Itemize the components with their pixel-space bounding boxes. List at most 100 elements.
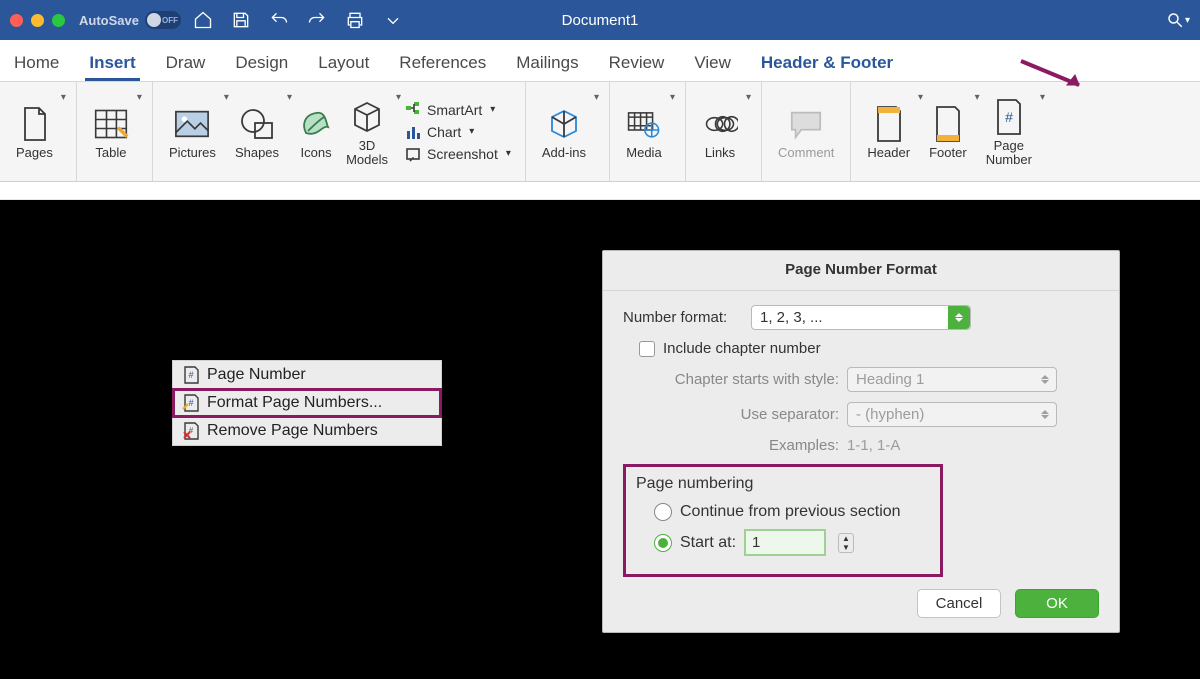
chart-icon [405,123,423,141]
page-number-button[interactable]: # Page Number [980,95,1038,168]
page-number-icon: # [181,365,201,385]
chart-button[interactable]: Chart▾ [405,123,511,141]
screenshot-button[interactable]: Screenshot▾ [405,145,511,163]
dialog-title: Page Number Format [603,251,1119,291]
shapes-icon [239,104,275,144]
chevron-down-icon[interactable]: ▾ [670,92,675,103]
tab-references[interactable]: References [395,45,490,81]
search-icon[interactable]: ▾ [1166,11,1190,29]
media-icon [626,104,662,144]
separator-label: Use separator: [623,406,839,423]
page-number-context-menu: # Page Number # Format Page Numbers... #… [172,360,442,446]
pictures-button[interactable]: Pictures [163,102,222,162]
stepper-icon [948,306,970,329]
menu-item-format-page-numbers[interactable]: # Format Page Numbers... [173,389,441,417]
comment-button: Comment [772,102,840,162]
tab-view[interactable]: View [690,45,735,81]
undo-icon[interactable] [267,8,291,32]
pages-button[interactable]: Pages [10,102,59,162]
page-number-format-dialog: Page Number Format Number format: 1, 2, … [602,250,1120,633]
tab-mailings[interactable]: Mailings [512,45,582,81]
radio-continue[interactable] [654,503,672,521]
autosave-knob [147,13,161,27]
ribbon-tabs: Home Insert Draw Design Layout Reference… [0,40,1200,82]
menu-item-remove-page-numbers[interactable]: # Remove Page Numbers [173,417,441,445]
tab-home[interactable]: Home [10,45,63,81]
tab-draw[interactable]: Draw [162,45,210,81]
radio-continue-label: Continue from previous section [680,503,901,521]
start-at-input[interactable]: 1 [744,529,826,556]
stepper-icon [1034,403,1056,426]
remove-page-numbers-icon: # [181,421,201,441]
icons-button[interactable]: Icons [292,102,340,162]
chevron-down-icon[interactable]: ▾ [61,92,66,103]
chapter-style-label: Chapter starts with style: [623,371,839,388]
menu-item-page-number[interactable]: # Page Number [173,361,441,389]
autosave-toggle[interactable]: AutoSave OFF [79,11,181,29]
print-icon[interactable] [343,8,367,32]
quick-access-toolbar [191,8,405,32]
page-numbering-section: Page numbering Continue from previous se… [623,464,943,577]
media-button[interactable]: Media [620,102,668,162]
tab-header-footer[interactable]: Header & Footer [757,45,897,81]
home-icon[interactable] [191,8,215,32]
qat-customize-icon[interactable] [381,8,405,32]
tab-layout[interactable]: Layout [314,45,373,81]
page-numbering-title: Page numbering [636,475,930,493]
table-button[interactable]: Table [87,102,135,162]
smartart-icon [405,101,423,119]
include-chapter-checkbox[interactable] [639,341,655,357]
links-button[interactable]: Links [696,102,744,162]
radio-start-at[interactable] [654,534,672,552]
footer-button[interactable]: Footer [923,102,973,162]
minimize-window-button[interactable] [31,14,44,27]
chapter-style-combo: Heading 1 [847,367,1057,392]
icons-icon [298,104,334,144]
examples-value: 1-1, 1-A [847,437,900,454]
tab-review[interactable]: Review [605,45,669,81]
cube-icon [349,97,385,137]
comment-icon [788,104,824,144]
tab-design[interactable]: Design [231,45,292,81]
smartart-button[interactable]: SmartArt▾ [405,101,511,119]
ok-button[interactable]: OK [1015,589,1099,618]
page-number-icon: # [991,97,1027,137]
examples-label: Examples: [623,437,839,454]
redo-icon[interactable] [305,8,329,32]
save-icon[interactable] [229,8,253,32]
chevron-down-icon[interactable]: ▾ [137,92,142,103]
svg-text:#: # [1005,109,1013,125]
number-format-combo[interactable]: 1, 2, 3, ... [751,305,971,330]
chevron-down-icon[interactable]: ▾ [594,92,599,103]
zoom-window-button[interactable] [52,14,65,27]
radio-start-label: Start at: [680,534,736,552]
chevron-down-icon[interactable]: ▾ [746,92,751,103]
links-icon [702,104,738,144]
footer-icon [930,104,966,144]
chevron-down-icon[interactable]: ▾ [1040,92,1045,103]
close-window-button[interactable] [10,14,23,27]
titlebar: AutoSave OFF Document1 ▾ [0,0,1200,40]
cancel-button[interactable]: Cancel [917,589,1001,618]
tab-insert[interactable]: Insert [85,45,139,81]
svg-text:#: # [188,370,193,380]
autosave-label: AutoSave [79,13,139,28]
addins-button[interactable]: Add-ins [536,102,592,162]
3d-models-button[interactable]: 3D Models [340,95,394,168]
include-chapter-label: Include chapter number [663,340,821,357]
shapes-button[interactable]: Shapes [229,102,285,162]
header-button[interactable]: Header [861,102,916,162]
format-page-numbers-icon: # [181,393,201,413]
header-icon [871,104,907,144]
pages-icon [16,104,52,144]
window-controls [10,14,65,27]
pictures-icon [174,104,210,144]
start-at-stepper[interactable]: ▲▼ [838,533,854,553]
number-format-label: Number format: [623,309,743,326]
svg-text:#: # [188,398,193,408]
table-icon [93,104,129,144]
separator-combo: - (hyphen) [847,402,1057,427]
screenshot-icon [405,145,423,163]
addins-icon [546,104,582,144]
ribbon: Pages ▾ Table ▾ Pictures ▾ Shapes ▾ [0,82,1200,182]
